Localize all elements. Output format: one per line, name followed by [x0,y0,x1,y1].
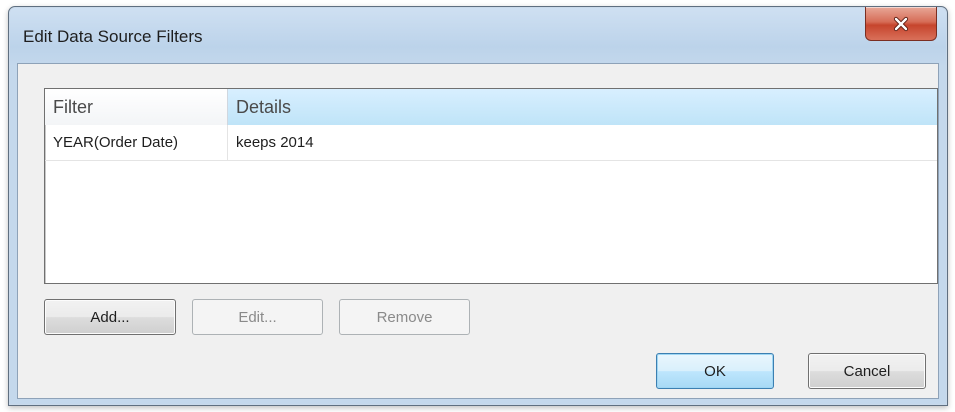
remove-button[interactable]: Remove [339,299,470,335]
dialog-window: Edit Data Source Filters Filter Details … [0,0,955,412]
column-header-details[interactable]: Details [228,89,937,125]
ok-button[interactable]: OK [656,353,774,389]
window-frame: Edit Data Source Filters Filter Details … [8,6,948,406]
table-header: Filter Details [45,89,937,125]
window-title: Edit Data Source Filters [23,27,203,46]
table-row[interactable]: YEAR(Order Date) keeps 2014 [45,125,937,161]
close-button[interactable] [865,7,937,41]
column-header-filter[interactable]: Filter [45,89,228,125]
cancel-button[interactable]: Cancel [808,353,926,389]
close-x-icon [893,16,909,31]
dialog-content: Filter Details YEAR(Order Date) keeps 20… [17,63,939,399]
edit-button[interactable]: Edit... [192,299,323,335]
filters-table[interactable]: Filter Details YEAR(Order Date) keeps 20… [44,88,938,284]
title-bar[interactable]: Edit Data Source Filters [9,7,947,63]
cell-details[interactable]: keeps 2014 [228,125,937,160]
add-button[interactable]: Add... [44,299,176,335]
cell-filter[interactable]: YEAR(Order Date) [45,125,228,160]
